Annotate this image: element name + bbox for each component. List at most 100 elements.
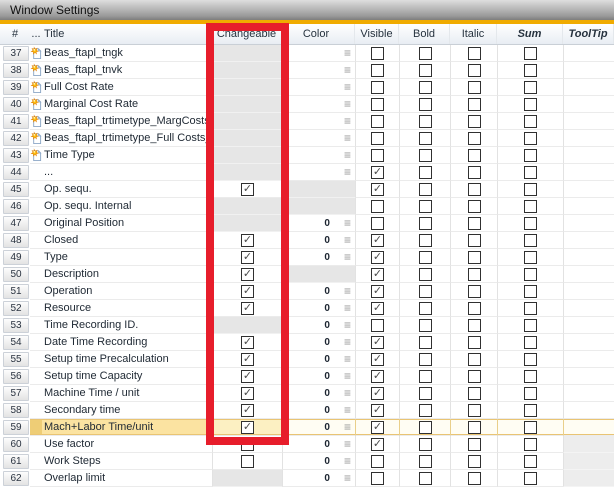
title-cell[interactable]: Marginal Cost Rate	[42, 96, 212, 113]
changeable-checkbox[interactable]: ✓	[241, 268, 254, 281]
changeable-checkbox[interactable]: ✓	[241, 421, 254, 434]
color-value[interactable]: 0	[324, 456, 330, 467]
sum-checkbox[interactable]	[524, 455, 537, 468]
italic-checkbox[interactable]	[468, 47, 481, 60]
title-cell[interactable]: Operation	[42, 283, 212, 300]
row-number-button[interactable]: 61	[3, 454, 29, 469]
row-number-button[interactable]: 57	[3, 386, 29, 401]
row-number-button[interactable]: 43	[3, 148, 29, 163]
sum-checkbox[interactable]	[524, 81, 537, 94]
row-number-button[interactable]: 51	[3, 284, 29, 299]
tooltip-cell[interactable]	[563, 232, 614, 249]
sum-checkbox[interactable]	[524, 183, 537, 196]
tooltip-cell[interactable]	[563, 79, 614, 96]
bold-checkbox[interactable]	[419, 183, 432, 196]
italic-checkbox[interactable]	[468, 472, 481, 485]
tooltip-cell[interactable]	[563, 45, 614, 62]
italic-checkbox[interactable]	[468, 200, 481, 213]
tooltip-cell[interactable]	[563, 317, 614, 334]
visible-checkbox[interactable]	[371, 217, 384, 230]
color-menu-icon[interactable]: ≡	[344, 48, 351, 58]
sum-checkbox[interactable]	[524, 472, 537, 485]
bold-checkbox[interactable]	[419, 166, 432, 179]
title-cell[interactable]: Beas_ftapl_trtimetype_Full Costs_pz	[42, 130, 212, 147]
row-number-button[interactable]: 48	[3, 233, 29, 248]
color-value[interactable]: 0	[324, 354, 330, 365]
changeable-checkbox[interactable]: ✓	[241, 285, 254, 298]
color-menu-icon[interactable]: ≡	[344, 371, 351, 381]
italic-checkbox[interactable]	[468, 421, 481, 434]
title-cell[interactable]: Beas_ftapl_tnvk	[42, 62, 212, 79]
color-value[interactable]: 0	[324, 320, 330, 331]
sum-checkbox[interactable]	[524, 200, 537, 213]
title-cell[interactable]: Time Type	[42, 147, 212, 164]
title-cell[interactable]: Op. sequ.	[42, 181, 212, 198]
bold-checkbox[interactable]	[419, 370, 432, 383]
visible-checkbox[interactable]: ✓	[371, 404, 384, 417]
sum-checkbox[interactable]	[524, 115, 537, 128]
color-menu-icon[interactable]: ≡	[344, 456, 351, 466]
title-cell[interactable]: Secondary time	[42, 402, 212, 419]
sum-checkbox[interactable]	[524, 285, 537, 298]
row-number-button[interactable]: 60	[3, 437, 29, 452]
italic-checkbox[interactable]	[468, 404, 481, 417]
color-value[interactable]: 0	[324, 388, 330, 399]
bold-checkbox[interactable]	[419, 319, 432, 332]
color-menu-icon[interactable]: ≡	[344, 320, 351, 330]
changeable-checkbox[interactable]: ✓	[241, 251, 254, 264]
tooltip-cell[interactable]	[563, 266, 614, 283]
visible-checkbox[interactable]	[371, 47, 384, 60]
italic-checkbox[interactable]	[468, 285, 481, 298]
bold-checkbox[interactable]	[419, 47, 432, 60]
sum-checkbox[interactable]	[524, 370, 537, 383]
italic-checkbox[interactable]	[468, 387, 481, 400]
color-value[interactable]: 0	[324, 337, 330, 348]
visible-checkbox[interactable]: ✓	[371, 370, 384, 383]
color-menu-icon[interactable]: ≡	[344, 303, 351, 313]
color-value[interactable]: 0	[324, 303, 330, 314]
row-number-button[interactable]: 59	[3, 420, 29, 435]
changeable-checkbox[interactable]: ✓	[241, 387, 254, 400]
row-number-button[interactable]: 38	[3, 63, 29, 78]
title-cell[interactable]: Closed	[42, 232, 212, 249]
row-number-button[interactable]: 40	[3, 97, 29, 112]
title-cell[interactable]: Resource	[42, 300, 212, 317]
changeable-checkbox[interactable]	[241, 438, 254, 451]
italic-checkbox[interactable]	[468, 370, 481, 383]
bold-checkbox[interactable]	[419, 421, 432, 434]
row-number-button[interactable]: 55	[3, 352, 29, 367]
color-value[interactable]: 0	[324, 286, 330, 297]
row-number-button[interactable]: 39	[3, 80, 29, 95]
color-menu-icon[interactable]: ≡	[344, 116, 351, 126]
tooltip-cell[interactable]	[563, 385, 614, 402]
color-menu-icon[interactable]: ≡	[344, 405, 351, 415]
bold-checkbox[interactable]	[419, 64, 432, 77]
tooltip-cell[interactable]	[563, 147, 614, 164]
color-menu-icon[interactable]: ≡	[344, 150, 351, 160]
row-number-button[interactable]: 49	[3, 250, 29, 265]
changeable-checkbox[interactable]	[241, 455, 254, 468]
color-menu-icon[interactable]: ≡	[344, 167, 351, 177]
visible-checkbox[interactable]: ✓	[371, 234, 384, 247]
italic-checkbox[interactable]	[468, 183, 481, 196]
bold-checkbox[interactable]	[419, 132, 432, 145]
sum-checkbox[interactable]	[524, 302, 537, 315]
title-cell[interactable]: Beas_ftapl_tngk	[42, 45, 212, 62]
visible-checkbox[interactable]	[371, 149, 384, 162]
bold-checkbox[interactable]	[419, 404, 432, 417]
visible-checkbox[interactable]	[371, 200, 384, 213]
color-menu-icon[interactable]: ≡	[344, 388, 351, 398]
tooltip-cell[interactable]	[563, 215, 614, 232]
tooltip-cell[interactable]	[563, 402, 614, 419]
title-cell[interactable]: Setup time Precalculation	[42, 351, 212, 368]
bold-checkbox[interactable]	[419, 200, 432, 213]
color-value[interactable]: 0	[324, 252, 330, 263]
row-number-button[interactable]: 37	[3, 46, 29, 61]
tooltip-cell[interactable]	[563, 334, 614, 351]
tooltip-cell[interactable]	[563, 130, 614, 147]
color-menu-icon[interactable]: ≡	[344, 218, 351, 228]
sum-checkbox[interactable]	[524, 438, 537, 451]
row-number-button[interactable]: 58	[3, 403, 29, 418]
changeable-checkbox[interactable]: ✓	[241, 370, 254, 383]
row-number-button[interactable]: 53	[3, 318, 29, 333]
